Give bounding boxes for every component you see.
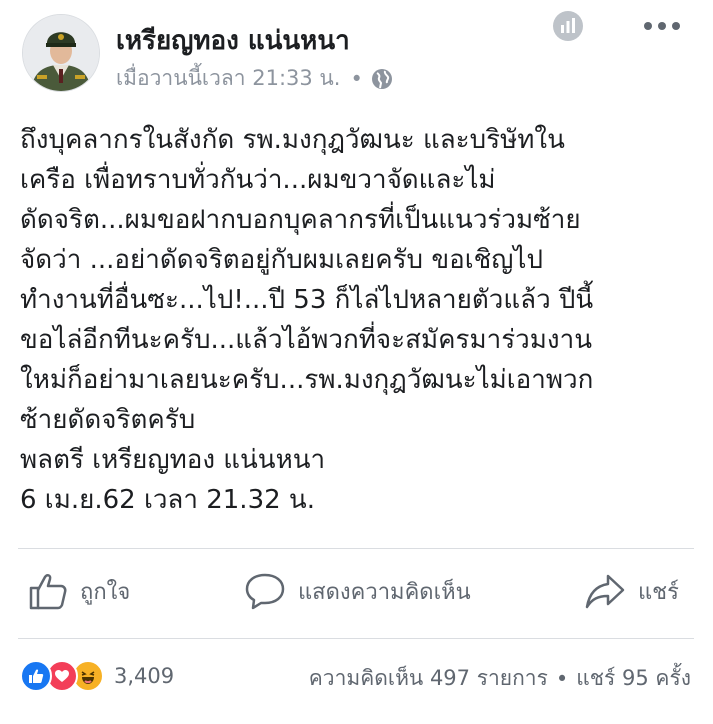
action-bar: ถูกใจ แสดงความคิดเห็น แชร์: [0, 566, 713, 616]
thumbs-up-icon: [29, 669, 44, 683]
heart-icon: [55, 670, 69, 682]
engagement-counts: ความคิดเห็น 497 รายการ • แชร์ 95 ครั้ง: [309, 662, 691, 695]
post-line: ขอไล่อีกทีนะครับ...แล้วไอ้พวกที่จะสมัครม…: [20, 325, 592, 355]
avatar[interactable]: [22, 14, 100, 92]
like-label: ถูกใจ: [80, 579, 131, 605]
post-line: จัดว่า ...อย่าดัดจริตอยู่กับผมเลยครับ ขอ…: [20, 245, 543, 275]
laughing-face-icon: [81, 671, 95, 684]
comment-count-link[interactable]: ความคิดเห็น 497 รายการ: [309, 662, 548, 695]
profile-photo-icon: [23, 15, 99, 91]
comment-label: แสดงความคิดเห็น: [298, 579, 471, 605]
post-timestamp[interactable]: เมื่อวานนี้เวลา 21:33 น.: [116, 62, 340, 95]
post-line: เครือ เพื่อทราบทั่วกันว่า...ผมขวาจัดและไ…: [20, 165, 496, 195]
share-count-link[interactable]: แชร์ 95 ครั้ง: [576, 662, 691, 695]
post-line: 6 เม.ย.62 เวลา 21.32 น.: [20, 485, 315, 515]
reaction-count: 3,409: [114, 664, 175, 688]
footer-separator: •: [555, 666, 569, 691]
post-line: ใหม่ก็อย่ามาเลยนะครับ...รพ.มงกุฎวัฒนะไม่…: [20, 365, 594, 395]
stats-icon[interactable]: [552, 10, 584, 42]
comment-button[interactable]: แสดงความคิดเห็น: [244, 566, 471, 616]
globe-icon[interactable]: [371, 68, 393, 90]
like-button[interactable]: ถูกใจ: [28, 566, 130, 616]
post-body: ถึงบุคลากรในสังกัด รพ.มงกุฎวัฒนะ และบริษ…: [20, 120, 700, 520]
author-name[interactable]: เหรียญทอง แน่นหนา: [116, 20, 350, 61]
more-dot: [644, 22, 652, 30]
more-dot: [658, 22, 666, 30]
thumbs-up-icon: [29, 574, 67, 610]
more-dot: [672, 22, 680, 30]
like-reaction-icon: [20, 660, 52, 692]
share-button[interactable]: แชร์: [584, 566, 679, 616]
facebook-post: เหรียญทอง แน่นหนา เมื่อวานนี้เวลา 21:33 …: [0, 0, 713, 724]
share-label: แชร์: [638, 579, 679, 605]
reaction-summary[interactable]: 3,409: [20, 660, 174, 692]
comment-icon: [245, 573, 285, 610]
divider: [18, 548, 694, 549]
post-line: ซ้ายดัดจริตครับ: [20, 405, 196, 435]
share-arrow-icon: [585, 574, 625, 609]
post-line: ทำงานที่อื่นซะ...ไป!...ปี 53 ก็ไล่ไปหลาย…: [20, 285, 594, 315]
meta-separator: •: [350, 66, 363, 91]
post-line: ดัดจริต...ผมขอฝากบอกบุคลากรที่เป็นแนวร่ว…: [20, 205, 581, 235]
more-options-icon[interactable]: [644, 16, 680, 36]
divider: [18, 638, 694, 639]
post-line: ถึงบุคลากรในสังกัด รพ.มงกุฎวัฒนะ และบริษ…: [20, 125, 565, 155]
post-meta: เมื่อวานนี้เวลา 21:33 น. •: [116, 62, 393, 95]
post-line: พลตรี เหรียญทอง แน่นหนา: [20, 445, 326, 475]
